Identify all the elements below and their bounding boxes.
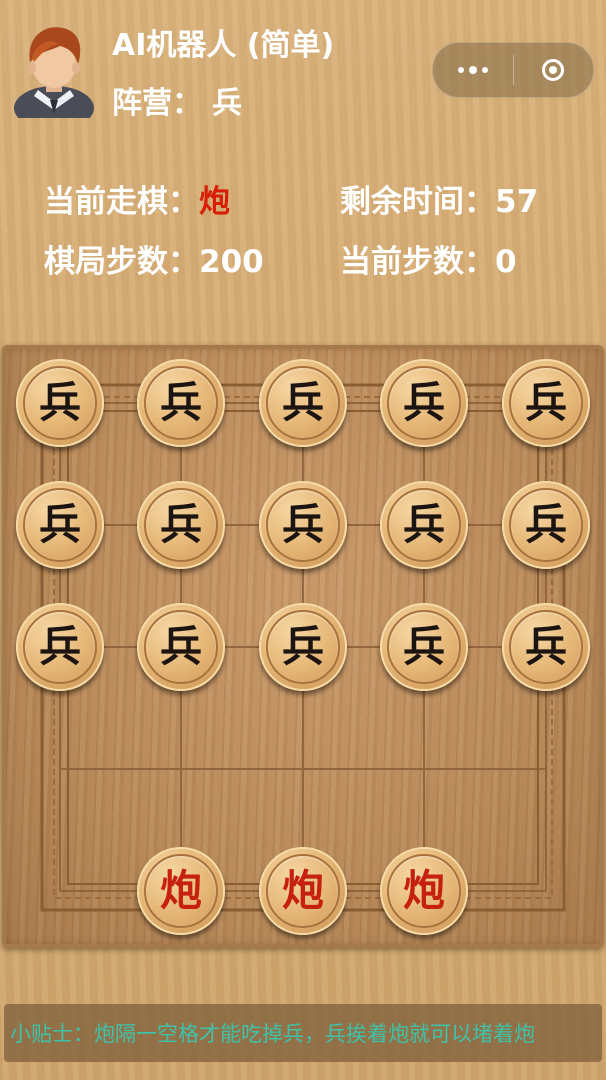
current-step: 当前步数：0 (340, 236, 517, 281)
piece-bing[interactable]: 兵 (259, 481, 347, 569)
time-left-label: 剩余时间： (340, 184, 495, 220)
game-header: AI机器人 (简单) 阵营： 兵 当前走棋：炮 剩余时间：57 棋局步数：200… (0, 0, 606, 340)
piece-pao[interactable]: 炮 (137, 847, 225, 935)
piece-label: 兵 (38, 378, 81, 427)
piece-label: 兵 (402, 378, 445, 427)
piece-bing[interactable]: 兵 (259, 359, 347, 447)
piece-bing[interactable]: 兵 (259, 603, 347, 691)
piece-bing[interactable]: 兵 (380, 481, 468, 569)
piece-pao[interactable]: 炮 (259, 847, 347, 935)
piece-label: 兵 (38, 622, 81, 671)
total-steps-label: 棋局步数： (44, 244, 199, 280)
piece-bing[interactable]: 兵 (502, 359, 590, 447)
piece-bing[interactable]: 兵 (380, 603, 468, 691)
current-step-value: 0 (495, 244, 517, 280)
tips-text: 小贴士：炮隔一空格才能吃掉兵，兵挨着炮就可以堵着炮 (10, 1022, 535, 1046)
time-left-value: 57 (495, 184, 539, 220)
current-step-label: 当前步数： (340, 244, 495, 280)
tips-banner: 小贴士：炮隔一空格才能吃掉兵，兵挨着炮就可以堵着炮 (4, 1004, 602, 1062)
piece-label: 兵 (524, 500, 567, 549)
game-board[interactable]: 兵兵兵兵兵兵兵兵兵兵兵兵兵兵兵炮炮炮 (2, 345, 604, 948)
piece-label: 炮 (281, 866, 324, 915)
piece-label: 兵 (524, 378, 567, 427)
piece-label: 兵 (159, 500, 202, 549)
piece-pao[interactable]: 炮 (380, 847, 468, 935)
piece-bing[interactable]: 兵 (16, 603, 104, 691)
piece-label: 兵 (281, 500, 324, 549)
piece-bing[interactable]: 兵 (137, 359, 225, 447)
more-dots-icon[interactable] (433, 43, 513, 97)
piece-label: 兵 (402, 622, 445, 671)
time-left: 剩余时间：57 (340, 176, 538, 221)
piece-label: 兵 (281, 622, 324, 671)
total-steps-value: 200 (199, 244, 264, 280)
total-steps: 棋局步数：200 (44, 236, 264, 281)
player-name: AI机器人 (简单) (112, 28, 335, 63)
current-turn-label: 当前走棋： (44, 184, 199, 220)
piece-bing[interactable]: 兵 (502, 481, 590, 569)
piece-label: 炮 (159, 866, 202, 915)
current-turn: 当前走棋：炮 (44, 176, 230, 221)
piece-label: 兵 (281, 378, 324, 427)
miniprogram-capsule (432, 42, 594, 98)
piece-label: 兵 (402, 500, 445, 549)
close-circle-icon[interactable] (513, 43, 593, 97)
player-avatar-icon (14, 27, 94, 118)
piece-bing[interactable]: 兵 (380, 359, 468, 447)
piece-label: 兵 (524, 622, 567, 671)
piece-bing[interactable]: 兵 (16, 359, 104, 447)
piece-label: 兵 (159, 622, 202, 671)
piece-bing[interactable]: 兵 (16, 481, 104, 569)
player-side-value: 兵 (212, 86, 242, 121)
piece-label: 兵 (159, 378, 202, 427)
piece-label: 炮 (402, 866, 445, 915)
piece-bing[interactable]: 兵 (502, 603, 590, 691)
current-turn-value: 炮 (199, 184, 230, 220)
player-side-label: 阵营： (112, 86, 202, 121)
piece-label: 兵 (38, 500, 81, 549)
piece-bing[interactable]: 兵 (137, 481, 225, 569)
piece-bing[interactable]: 兵 (137, 603, 225, 691)
